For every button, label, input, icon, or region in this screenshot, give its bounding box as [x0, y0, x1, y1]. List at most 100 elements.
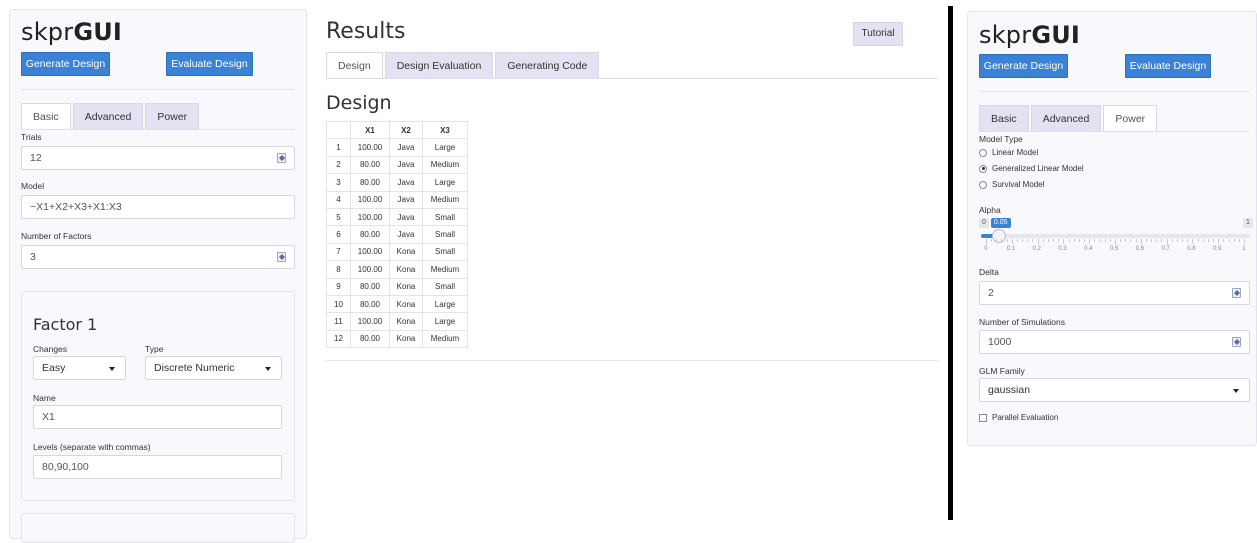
- levels-input[interactable]: 80,90,100: [33, 455, 282, 479]
- tab-power[interactable]: Power: [1103, 105, 1158, 132]
- model-type-option[interactable]: Linear Model: [979, 148, 1038, 157]
- tab-basic[interactable]: Basic: [979, 105, 1029, 132]
- brand-bold-text: GUI: [1031, 21, 1081, 49]
- alpha-min-label: 0: [979, 218, 989, 228]
- next-factor-card: [21, 513, 295, 543]
- factor-name-value: X1: [42, 411, 55, 423]
- tab-advanced[interactable]: Advanced: [72, 103, 144, 130]
- generate-design-button[interactable]: Generate Design: [21, 52, 110, 76]
- slider-tick: [1238, 239, 1240, 242]
- stepper-icon[interactable]: [1232, 337, 1241, 347]
- number-of-simulations-value: 1000: [988, 336, 1012, 348]
- left-tab-bar: Basic Advanced Power: [21, 103, 201, 130]
- radio-icon[interactable]: [979, 164, 987, 173]
- radio-icon[interactable]: [979, 180, 987, 189]
- table-cell: Kona: [389, 312, 423, 331]
- stepper-icon[interactable]: [1232, 288, 1241, 298]
- evaluate-design-button[interactable]: Evaluate Design: [166, 52, 253, 76]
- slider-tick: [1171, 239, 1173, 242]
- slider-tick-label: 0.7: [1161, 246, 1170, 252]
- table-cell: Kona: [389, 329, 423, 349]
- tab-design-evaluation[interactable]: Design Evaluation: [384, 52, 494, 79]
- changes-label: Changes: [33, 344, 68, 354]
- chevron-down-icon: [265, 367, 271, 371]
- slider-tick: [1244, 239, 1245, 244]
- evaluate-design-button[interactable]: Evaluate Design: [1125, 54, 1211, 78]
- radio-icon[interactable]: [979, 148, 987, 157]
- slider-tick: [1218, 239, 1220, 244]
- slider-tick: [1161, 239, 1163, 242]
- slider-tick: [1130, 239, 1132, 242]
- factor-card-title: Factor 1: [33, 315, 98, 334]
- table-row: 10 80.00 Kona Large: [326, 294, 468, 314]
- stepper-icon[interactable]: [277, 252, 286, 262]
- slider-tick: [1042, 239, 1044, 242]
- table-cell: 80.00: [350, 277, 390, 296]
- type-label: Type: [145, 344, 164, 354]
- slider-tick: [1084, 239, 1086, 242]
- slider-handle[interactable]: [991, 229, 1006, 243]
- slider-tick: [1182, 239, 1184, 242]
- number-of-simulations-label: Number of Simulations: [979, 317, 1065, 327]
- changes-select[interactable]: Easy: [33, 356, 126, 380]
- tab-basic[interactable]: Basic: [21, 103, 71, 130]
- tab-generating-code[interactable]: Generating Code: [495, 52, 600, 79]
- model-input[interactable]: ~X1+X2+X3+X1:X3: [21, 195, 295, 219]
- slider-track[interactable]: [981, 234, 1250, 238]
- slider-tick: [986, 239, 987, 244]
- table-cell: 11: [326, 312, 351, 331]
- table-cell: 3: [326, 173, 351, 192]
- slider-tick-label: 0.6: [1135, 246, 1145, 252]
- table-cell: Small: [422, 242, 468, 262]
- slider-tick: [1068, 239, 1070, 242]
- table-cell: Large: [422, 173, 468, 192]
- alpha-value-bubble: 0.05: [990, 218, 1011, 228]
- model-type-label: Survival Model: [992, 180, 1045, 189]
- number-of-factors-input[interactable]: 3: [21, 245, 295, 269]
- delta-label: Delta: [979, 267, 999, 277]
- column-header: [326, 120, 351, 140]
- delta-input[interactable]: 2: [979, 281, 1250, 305]
- factor-name-input[interactable]: X1: [33, 405, 282, 429]
- trials-input[interactable]: 12: [21, 146, 295, 170]
- table-cell: 5: [326, 207, 351, 227]
- slider-tick: [1151, 239, 1153, 242]
- slider-tick: [1192, 239, 1194, 244]
- generate-design-button[interactable]: Generate Design: [979, 54, 1068, 78]
- table-cell: Medium: [422, 155, 468, 175]
- table-cell: Java: [389, 138, 423, 157]
- tab-advanced[interactable]: Advanced: [1030, 105, 1102, 132]
- type-select[interactable]: Discrete Numeric: [145, 356, 282, 380]
- slider-tick-label: 0.2: [1032, 246, 1041, 252]
- table-cell: 1: [326, 138, 351, 157]
- slider-tick: [1125, 239, 1127, 242]
- number-of-factors-label: Number of Factors: [21, 231, 92, 241]
- results-tab-bar: Design Design Evaluation Generating Code: [326, 52, 601, 79]
- number-of-simulations-input[interactable]: 1000: [979, 330, 1250, 354]
- results-title: Results: [326, 19, 406, 44]
- parallel-evaluation-option[interactable]: Parallel Evaluation: [979, 413, 1058, 422]
- model-value: ~X1+X2+X3+X1:X3: [30, 201, 122, 213]
- slider-tick: [1233, 239, 1235, 242]
- model-type-label: Model Type: [979, 134, 1023, 144]
- table-row: 1 100.00 Java Large: [326, 138, 468, 157]
- glm-family-select[interactable]: gaussian: [979, 378, 1250, 402]
- right-tab-bar: Basic Advanced Power: [979, 105, 1159, 132]
- type-value: Discrete Numeric: [154, 362, 235, 374]
- slider-tick-label: 0: [984, 246, 988, 252]
- slider-tick-label: 1: [1242, 246, 1246, 252]
- model-type-option[interactable]: Generalized Linear Model: [979, 164, 1084, 173]
- slider-tick: [1022, 239, 1024, 242]
- slider-tick: [996, 239, 998, 242]
- tab-design[interactable]: Design: [326, 52, 383, 79]
- table-row: 12 80.00 Kona Medium: [326, 329, 468, 349]
- tab-power[interactable]: Power: [145, 103, 200, 130]
- tutorial-button[interactable]: Tutorial: [853, 22, 903, 46]
- factor-name-label: Name: [33, 393, 56, 403]
- model-type-option[interactable]: Survival Model: [979, 180, 1044, 189]
- slider-tick: [1145, 239, 1147, 242]
- stepper-icon[interactable]: [277, 153, 286, 163]
- slider-tick: [1187, 239, 1189, 242]
- checkbox-icon[interactable]: [979, 413, 987, 422]
- table-cell: 10: [326, 294, 351, 314]
